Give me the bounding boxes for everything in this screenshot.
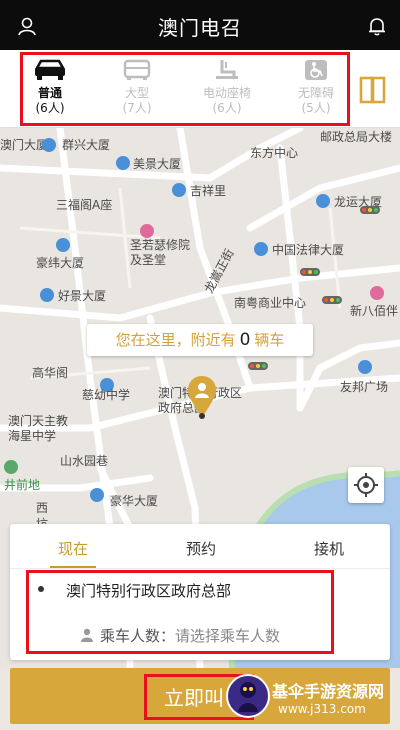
app-header: 澳门电召 [0,0,400,50]
tab-now[interactable]: 现在 [58,538,88,559]
person-icon [81,628,93,642]
crosshair-icon [354,473,378,497]
vehicle-type-accessible[interactable]: 无障碍 (5人) [281,58,351,116]
shop-icon [370,286,384,300]
nearby-prefix: 您在这里，附近有 [115,331,236,349]
booklet-icon[interactable] [358,70,388,110]
passenger-label: 乘车人数： [100,627,176,645]
call-now-label: 立即叫 [164,686,224,710]
active-tab-indicator [50,566,96,568]
passenger-count-selector[interactable]: 乘车人数：请选择乘车人数 [80,625,280,646]
map-label: 三福阁A座 [56,198,113,212]
traffic-light [300,268,320,276]
vehicle-capacity: (5人) [301,101,331,115]
building-icon [254,242,268,256]
building-icon [172,183,186,197]
building-icon [316,194,330,208]
passenger-placeholder: 请选择乘车人数 [175,627,281,645]
building-icon [116,156,130,170]
van-icon [123,59,151,80]
map-label: 圣若瑟修院及圣堂 [130,238,191,267]
vehicle-type-label: 无障碍 [297,86,334,100]
watermark-logo: 基伞手游资源网 www.j313.com [226,672,400,724]
vehicle-type-large[interactable]: 大型 (7人) [102,58,172,116]
map-label: 邮政总局大楼 [320,130,393,144]
map-label: 中国法律大厦 [272,243,345,257]
location-pin-icon [188,376,216,419]
tab-reserve[interactable]: 预约 [186,538,216,559]
nearby-cars-bubble: 您在这里，附近有 0 辆车 [87,324,313,356]
map-label: 美景大厦 [133,157,182,171]
map-label: 豪纬大厦 [36,256,85,270]
map-label: 高华阁 [32,366,69,380]
map-label: 慈幼中学 [82,388,131,402]
vehicle-capacity: (6人) [35,101,65,115]
church-icon [140,224,154,238]
nearby-suffix: 辆车 [254,331,285,349]
building-icon [40,288,54,302]
destination-dot-icon [38,586,44,592]
page-title: 澳门电召 [158,16,242,40]
map-label: 友邦广场 [340,380,389,394]
map-label: 澳门天主教海星中学 [8,414,69,443]
building-icon [42,138,56,152]
pickup-location[interactable]: 澳门特别行政区政府总部 [66,580,231,601]
vehicle-type-bar: 普通 (6人) 大型 (7人) 电动座椅 (6人) 无障碍 (5人) [0,50,400,128]
vehicle-capacity: (6人) [212,101,242,115]
building-icon [90,488,104,502]
vehicle-capacity: (7人) [122,101,152,115]
vehicle-type-standard[interactable]: 普通 (6人) [15,58,85,116]
map-label: 吉祥里 [190,184,227,198]
tab-airport-pickup[interactable]: 接机 [314,538,344,559]
traffic-light [360,206,380,214]
traffic-light [248,362,268,370]
map-label: 好景大厦 [58,289,107,303]
map-label: 山水园巷 [60,454,109,468]
map-label: 东方中心 [250,146,299,160]
map-label: 澳门大厦 [0,138,49,152]
building-icon [358,360,372,374]
sedan-icon [34,59,66,80]
vehicle-type-power-seat[interactable]: 电动座椅 (6人) [192,58,262,116]
traffic-light [322,296,342,304]
vehicle-type-label: 大型 [124,86,149,100]
vehicle-type-label: 普通 [37,86,62,100]
watermark-title: 基伞手游资源网 [272,682,385,701]
mascot-icon [226,674,270,718]
building-icon [56,238,70,252]
map-label: 新八佰伴 [350,304,399,318]
map-label: 群兴大厦 [62,138,111,152]
nearby-count: 0 [239,330,251,350]
bell-icon[interactable] [366,15,388,37]
booking-panel: 现在 预约 接机 澳门特别行政区政府总部 乘车人数：请选择乘车人数 [10,524,390,660]
tab-divider [10,568,390,569]
map-label: 豪华大厦 [110,494,159,508]
vehicle-type-label: 电动座椅 [202,86,251,100]
park-icon [4,460,18,474]
power-seat-icon [216,60,238,79]
map-label: 南粤商业中心 [234,296,307,310]
watermark-url: www.j313.com [278,702,366,716]
map-label: 井前地 [4,478,41,492]
locate-button[interactable] [348,467,384,503]
wheelchair-icon [305,60,327,80]
